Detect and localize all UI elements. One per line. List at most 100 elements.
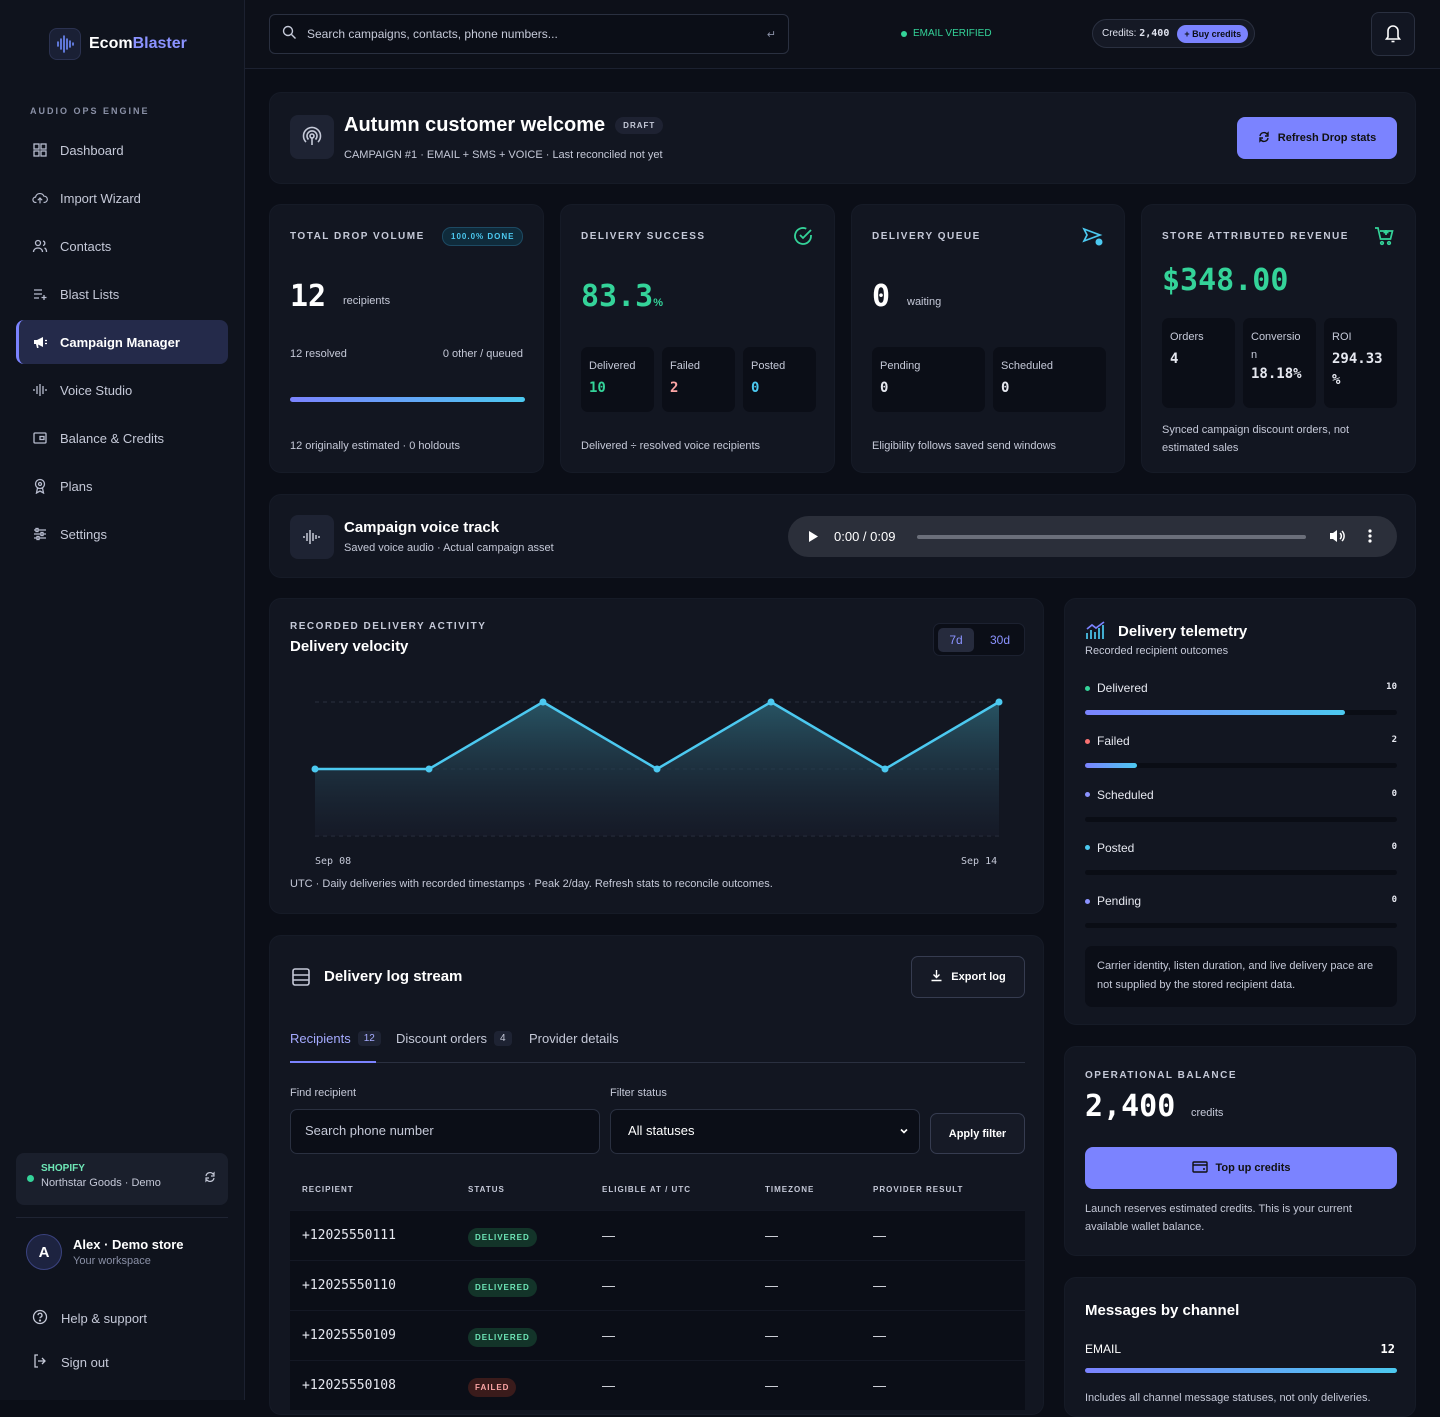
data-point-sep-10[interactable] (539, 698, 547, 706)
audio-player[interactable]: 0:00 / 0:09 (788, 516, 1397, 557)
tab-provider-details[interactable]: Provider details (529, 1031, 619, 1046)
kpi-value: 0 (872, 279, 891, 314)
row-value: 0 (1391, 895, 1397, 906)
sidebar-item-voice-studio[interactable]: Voice Studio (16, 368, 228, 412)
channel-email-value: 12 (1380, 1342, 1395, 1356)
delivered-label: Delivered (589, 360, 636, 372)
download-icon (930, 969, 943, 985)
sidebar-item-campaign-manager[interactable]: Campaign Manager (16, 320, 228, 364)
channels-note: Includes all channel message statuses, n… (1085, 1392, 1371, 1404)
table-row[interactable]: +12025550109 DELIVERED — — — (290, 1309, 1025, 1360)
status-filter-select[interactable]: All statuses (610, 1109, 920, 1154)
tab-discount-orders[interactable]: Discount orders 4 (396, 1031, 512, 1046)
table-row[interactable]: +12025550108 FAILED — — — (290, 1359, 1025, 1410)
status-cell: FAILED (456, 1359, 590, 1410)
table-row[interactable]: +12025550111 DELIVERED — — — (290, 1209, 1025, 1260)
recipient-cell: +12025550110 (290, 1259, 456, 1310)
sidebar-item-label: Campaign Manager (60, 334, 180, 350)
audio-time: 0:00 / 0:09 (834, 529, 896, 544)
export-log-button[interactable]: Export log (911, 956, 1025, 998)
recipient-search-input[interactable]: Search phone number (290, 1109, 600, 1154)
sidebar-item-balance-credits[interactable]: Balance & Credits (16, 416, 228, 460)
store-status-dot (27, 1175, 34, 1182)
status-dot (1085, 792, 1090, 798)
conversion-label-wrap: n (1251, 349, 1258, 361)
user-profile[interactable]: A Alex · Demo store Your workspace (26, 1234, 184, 1270)
campaign-title: Autumn customer welcome (344, 114, 606, 136)
help-support-link[interactable]: Help & support (32, 1309, 147, 1328)
bell-icon (1384, 23, 1402, 46)
nav-section-title: AUDIO OPS ENGINE (30, 106, 150, 116)
search-input[interactable]: Search campaigns, contacts, phone number… (307, 27, 558, 41)
column-header: ELIGIBLE AT / UTC (602, 1185, 691, 1195)
kpi-store-revenue: STORE ATTRIBUTED REVENUE $348.00 Orders 4… (1141, 204, 1416, 473)
row-label-text: Posted (1097, 840, 1135, 855)
kpi-total-drop-volume: TOTAL DROP VOLUME 100.0% DONE 12 recipie… (269, 204, 544, 473)
kpi-label: DELIVERY SUCCESS (581, 231, 706, 242)
recipient-cell: +12025550108 (290, 1359, 456, 1410)
sidebar-item-dashboard[interactable]: Dashboard (16, 128, 228, 172)
balance-value: 2,400 (1085, 1089, 1176, 1124)
timezone-cell: — (753, 1209, 861, 1260)
timezone-cell: — (753, 1359, 861, 1410)
more-options-icon[interactable] (1368, 528, 1372, 547)
users-icon (32, 238, 48, 254)
sidebar-item-label: Voice Studio (60, 382, 133, 398)
notifications-button[interactable] (1371, 12, 1415, 56)
sidebar-item-import-wizard[interactable]: Import Wizard (16, 176, 228, 220)
sidebar-item-blast-lists[interactable]: Blast Lists (16, 272, 228, 316)
volume-icon[interactable] (1329, 528, 1347, 547)
sync-icon[interactable] (204, 1171, 216, 1186)
pending-label: Pending (880, 360, 921, 372)
data-point-sep-08[interactable] (311, 765, 319, 773)
buy-credits-button[interactable]: + Buy credits (1177, 24, 1249, 43)
column-header: PROVIDER RESULT (873, 1185, 964, 1195)
credit-card-icon (1191, 1160, 1208, 1176)
balance-note: Launch reserves estimated credits. This … (1085, 1203, 1352, 1233)
data-point-sep-14[interactable] (995, 698, 1003, 706)
store-connection[interactable]: SHOPIFY Northstar Goods · Demo (16, 1153, 228, 1205)
telemetry-title: Delivery telemetry (1118, 623, 1248, 640)
row-track (1085, 923, 1397, 929)
provider-result-cell: — (861, 1209, 1025, 1260)
kpi-footnote: Eligibility follows saved send windows (872, 440, 1057, 452)
status-cell: DELIVERED (456, 1259, 590, 1310)
row-label-text: Failed (1097, 734, 1130, 749)
volume-progress-track (290, 397, 525, 402)
global-search[interactable]: Search campaigns, contacts, phone number… (269, 14, 789, 54)
top-up-credits-button[interactable]: Top up credits (1085, 1147, 1397, 1189)
play-icon[interactable] (808, 530, 819, 546)
data-point-sep-13[interactable] (881, 765, 889, 773)
status-cell: DELIVERED (456, 1209, 590, 1260)
delivery-telemetry-card: Delivery telemetry Recorded recipient ou… (1064, 598, 1416, 1025)
scheduled-box: Scheduled 0 (993, 347, 1106, 412)
revenue-value: $348.00 (1162, 263, 1289, 298)
refresh-drop-stats-button[interactable]: Refresh Drop stats (1237, 117, 1397, 159)
sidebar-item-plans[interactable]: Plans (16, 464, 228, 508)
telemetry-row-label: Scheduled (1085, 788, 1397, 802)
data-point-sep-09[interactable] (425, 765, 433, 773)
credits-label: Credits: (1102, 28, 1137, 39)
recipient-cell: +12025550111 (290, 1209, 456, 1260)
channel-email-label: EMAIL (1085, 1342, 1122, 1356)
sidebar-item-settings[interactable]: Settings (16, 512, 228, 556)
balance-label: OPERATIONAL BALANCE (1085, 1070, 1238, 1081)
tab-recipients[interactable]: Recipients 12 (290, 1031, 381, 1046)
log-title: Delivery log stream (324, 968, 463, 985)
provider-result-cell: — (861, 1259, 1025, 1310)
series-line (315, 700, 1000, 771)
row-value: 2 (1391, 735, 1397, 746)
sidebar-item-contacts[interactable]: Contacts (16, 224, 228, 268)
data-point-sep-11[interactable] (653, 765, 661, 773)
status-filter-value: All statuses (628, 1123, 695, 1138)
sign-out-link[interactable]: Sign out (32, 1353, 109, 1372)
help-label: Help & support (61, 1311, 147, 1326)
apply-filter-button[interactable]: Apply filter (930, 1113, 1025, 1154)
table-row[interactable]: +12025550110 DELIVERED — — — (290, 1259, 1025, 1310)
row-track (1085, 869, 1397, 875)
audio-scrubber[interactable] (917, 535, 1306, 539)
sign-out-icon (32, 1353, 48, 1372)
brand-logo[interactable]: EcomBlaster (49, 28, 187, 60)
data-point-sep-12[interactable] (767, 698, 775, 706)
posted-box: Posted 0 (743, 347, 816, 412)
